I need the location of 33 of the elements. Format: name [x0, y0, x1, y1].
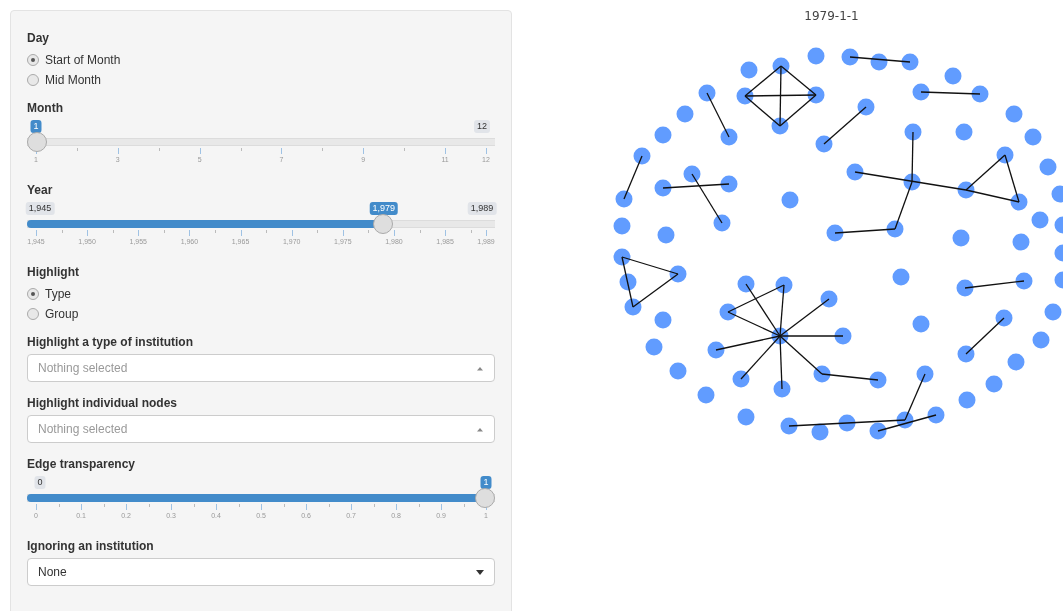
slider-thumb[interactable]: [475, 488, 495, 508]
field-label: Month: [27, 100, 64, 117]
field-label: Ignoring an institution: [27, 538, 155, 555]
graph-edge: [920, 91, 981, 95]
caret-up-icon: [476, 365, 484, 371]
caret-down-icon: [476, 569, 484, 575]
slider-value-label: 1: [30, 120, 42, 133]
radio-label[interactable]: Mid Month: [45, 73, 102, 87]
radio-button[interactable]: [27, 308, 39, 320]
radio-label[interactable]: Type: [45, 287, 71, 301]
radio-button[interactable]: [27, 74, 39, 86]
radio-label[interactable]: Start of Month: [45, 53, 121, 67]
field-label: Highlight a type of institution: [27, 334, 194, 351]
graph-edge: [849, 56, 911, 63]
field-label: Year: [27, 182, 54, 199]
slider-value-label: 1: [480, 476, 492, 489]
field-label: Highlight individual nodes: [27, 395, 178, 412]
field-label: Day: [27, 30, 50, 47]
plot-title: 1979-1-1: [803, 8, 860, 24]
field-label: Highlight: [27, 264, 80, 281]
field-label: Edge transparency: [27, 456, 137, 473]
slider-thumb[interactable]: [373, 214, 394, 234]
graph-edge: [623, 155, 643, 200]
graph-edge: [965, 317, 1005, 355]
slider-thumb[interactable]: [27, 132, 47, 152]
radio-label[interactable]: Group: [45, 307, 79, 321]
graph-edge: [964, 280, 1025, 289]
graph-edge: [823, 106, 867, 145]
caret-up-icon: [476, 426, 484, 432]
graph-edge: [706, 92, 730, 138]
radio-button[interactable]: [27, 288, 39, 300]
radio-button[interactable]: [27, 54, 39, 66]
dropdown-field[interactable]: None: [27, 558, 495, 586]
